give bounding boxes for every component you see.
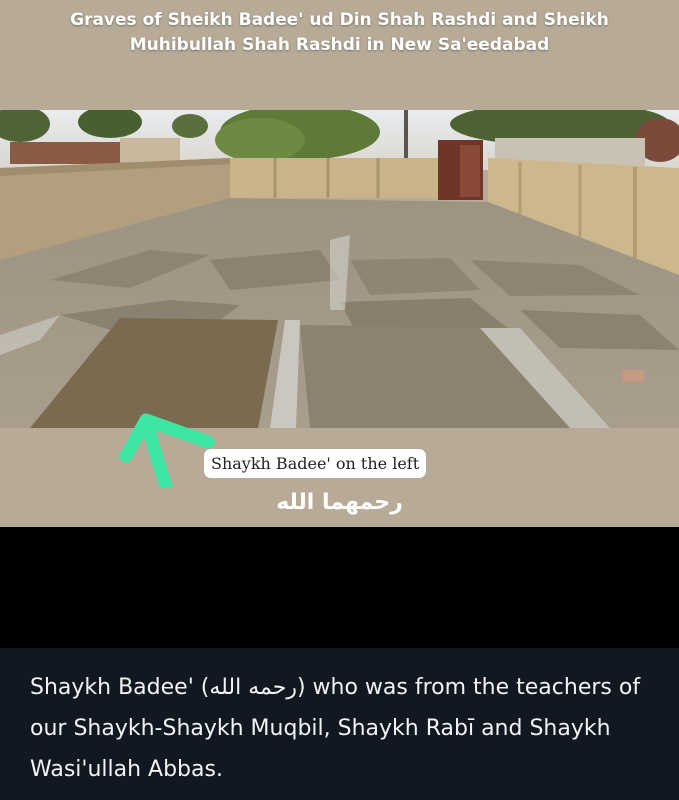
arrow-up-icon xyxy=(118,412,218,493)
post-image[interactable]: Graves of Sheikh Badee' ud Din Shah Rash… xyxy=(0,0,679,527)
description-text: Shaykh Badee' (رحمه الله) who was from t… xyxy=(30,675,641,782)
caption-label: Shaykh Badee' on the left xyxy=(204,449,427,478)
arabic-text: رحمهما الله xyxy=(276,490,403,515)
image-letterbox xyxy=(0,527,679,648)
image-title: Graves of Sheikh Badee' ud Din Shah Rash… xyxy=(70,10,609,55)
graveyard-photo xyxy=(0,110,679,428)
description-panel: Shaykh Badee' (رحمه الله) who was from t… xyxy=(0,648,679,800)
